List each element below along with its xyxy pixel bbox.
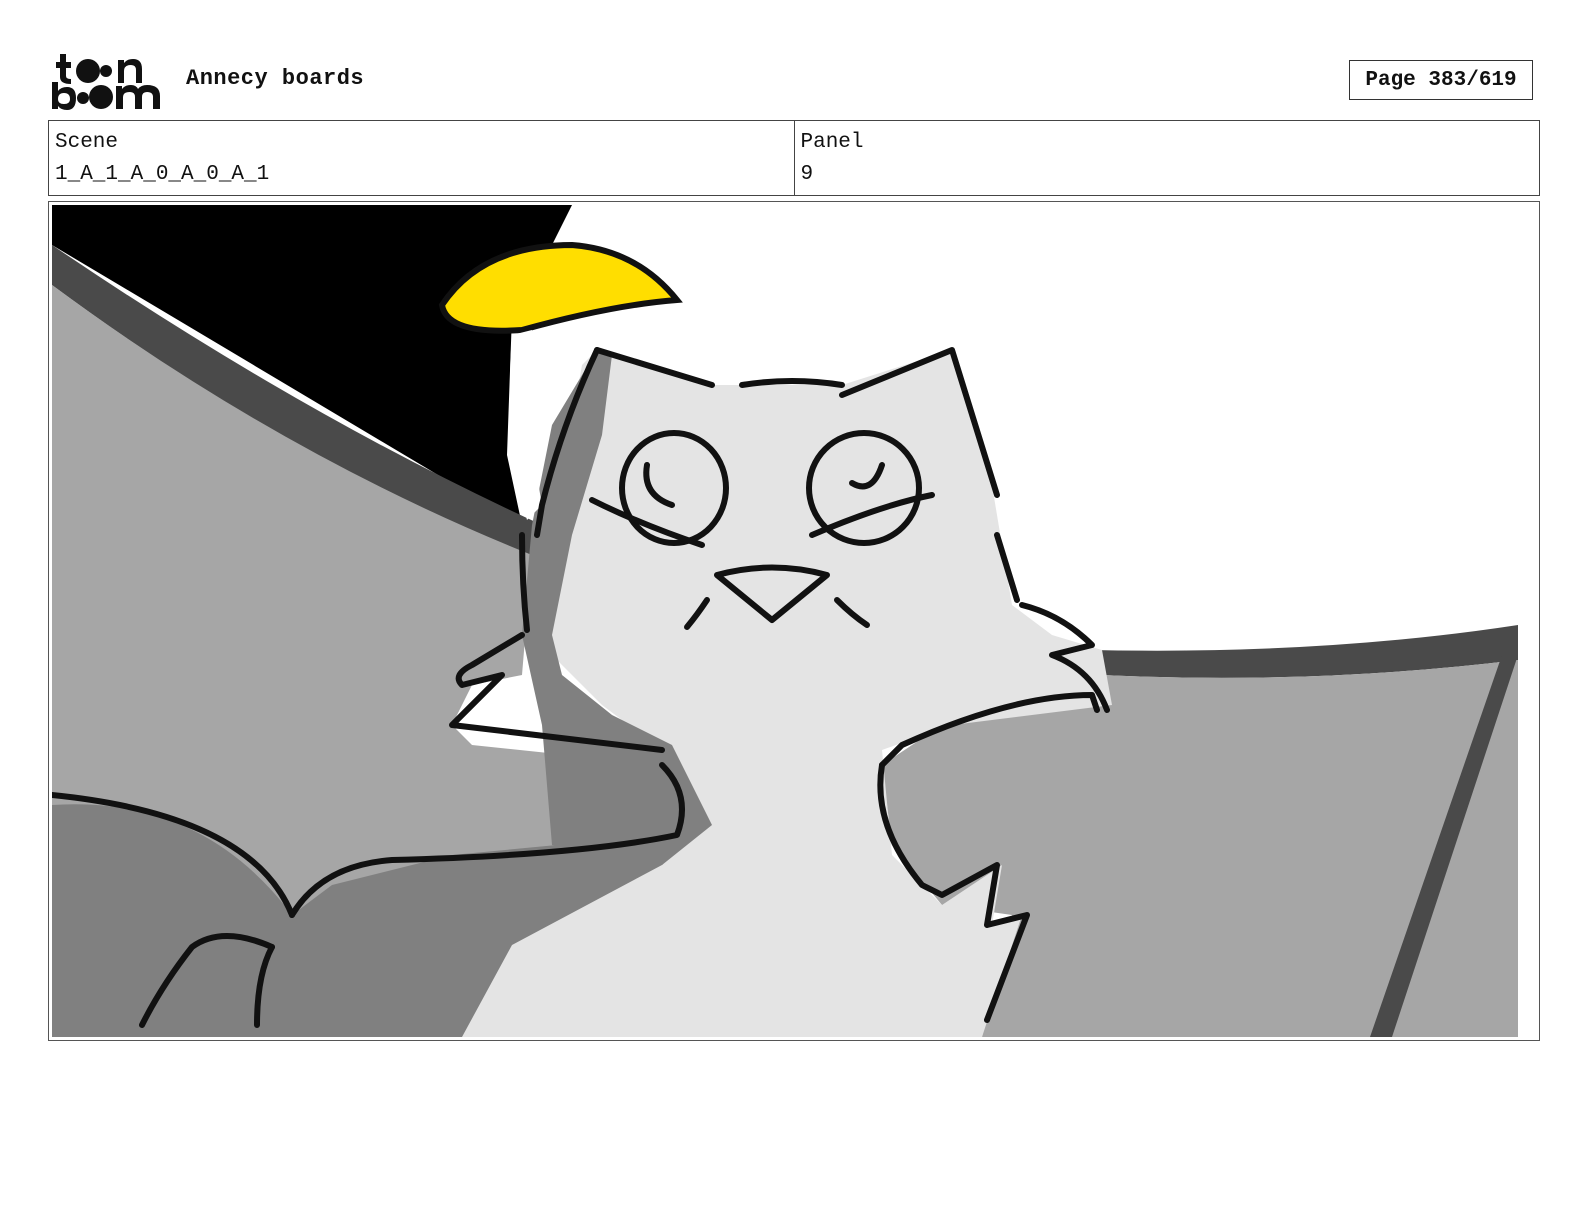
panel-label: Panel — [800, 131, 864, 154]
document-title: Annecy boards — [186, 66, 365, 91]
page-number: 383/619 — [1428, 68, 1517, 92]
toon-boom-logo — [52, 54, 160, 110]
scene-panel-info: Scene 1_A_1_A_0_A_0_A_1 Panel 9 — [48, 120, 1540, 196]
panel-value: 9 — [800, 163, 814, 186]
page-label: Page — [1365, 68, 1416, 92]
scene-cell: Scene 1_A_1_A_0_A_0_A_1 — [49, 121, 794, 195]
scene-value: 1_A_1_A_0_A_0_A_1 — [55, 163, 270, 186]
storyboard-panel-image — [52, 205, 1536, 1037]
scene-label: Scene — [55, 131, 119, 154]
page-indicator: Page 383/619 — [1349, 60, 1533, 100]
panel-cell: Panel 9 — [793, 121, 1540, 195]
